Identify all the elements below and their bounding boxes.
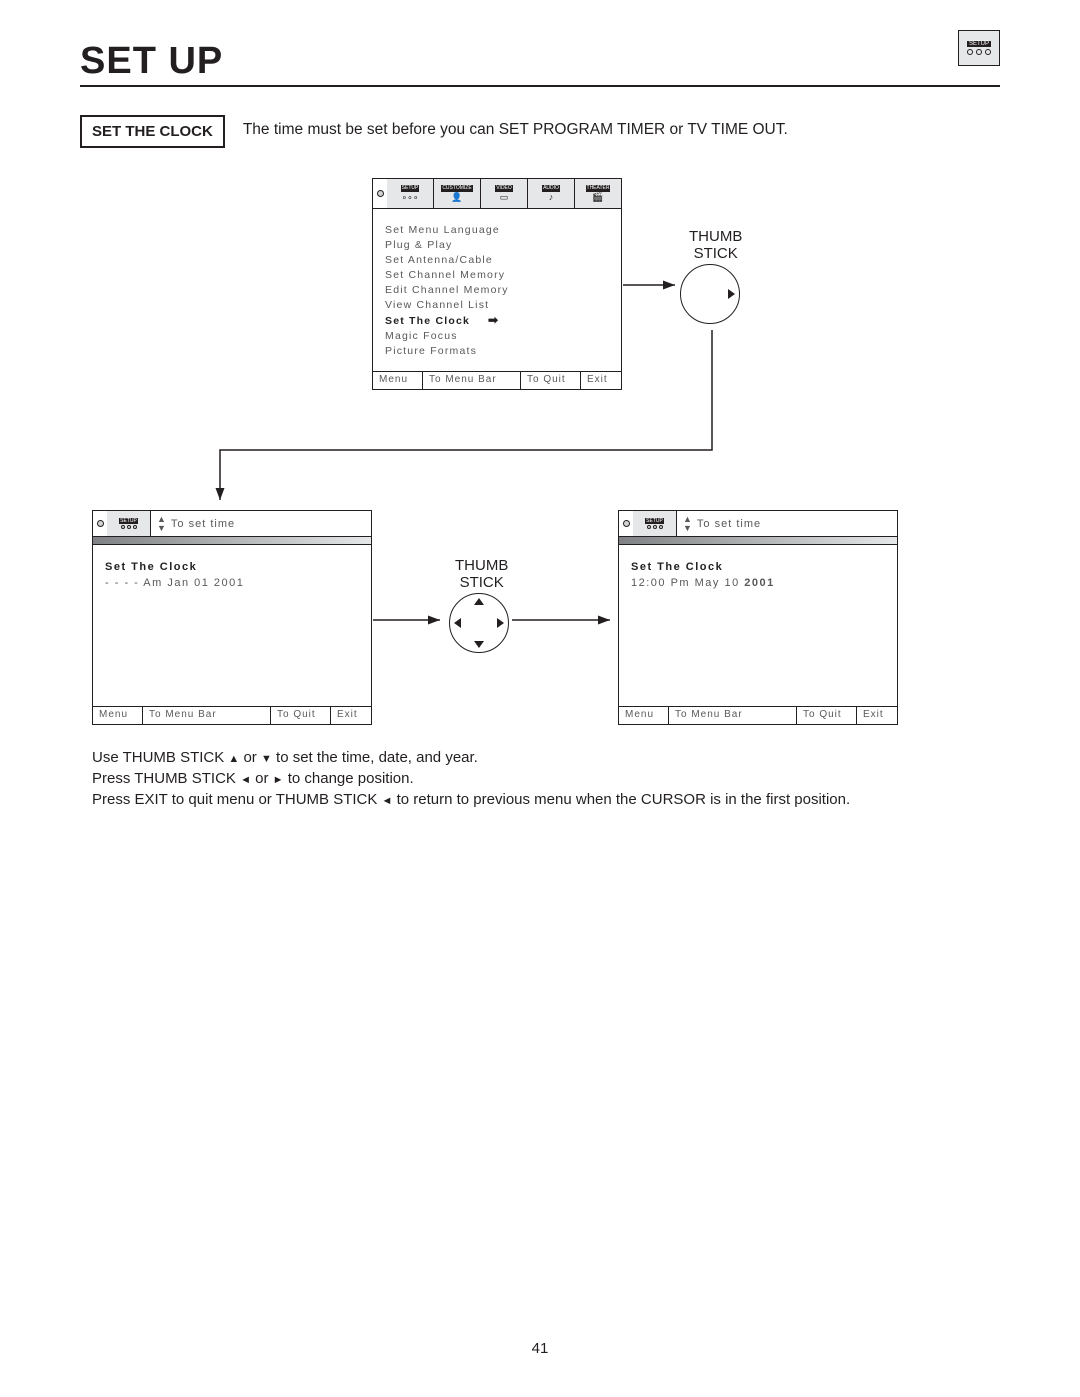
tab-customize: CUSTOMIZE👤 xyxy=(434,179,481,208)
thumb-stick-2 xyxy=(449,593,509,653)
thumb-stick-1 xyxy=(680,264,740,324)
clock-screen-set: SETUP ▲▼To set time Set The Clock 12:00 … xyxy=(618,510,898,725)
left-triangle-icon: ◄ xyxy=(382,795,393,807)
menu-item: View Channel List xyxy=(385,298,609,313)
clock-value-left: - - - - Am Jan 01 2001 xyxy=(105,577,359,589)
instructions: Use THUMB STICK ▲ or ▼ to set the time, … xyxy=(92,748,850,811)
right-triangle-icon: ► xyxy=(273,774,284,786)
tab-audio: AUDIO♪ xyxy=(528,179,575,208)
setup-corner-label: SETUP xyxy=(967,41,991,47)
title-rule xyxy=(80,85,1000,87)
intro-text: The time must be set before you can SET … xyxy=(243,115,788,148)
footer-right: MenuTo Menu BarTo QuitExit xyxy=(619,706,897,724)
clock-value-right: 12:00 Pm May 10 2001 xyxy=(631,577,885,589)
menu-item: Set The Clock➡ xyxy=(385,313,609,329)
menubar: SETUP∘∘∘ CUSTOMIZE👤 VIDEO▭ AUDIO♪ THEATE… xyxy=(373,179,621,209)
thumb-stick-label-1: THUMBSTICK xyxy=(689,228,742,262)
clock-screen-initial: SETUP ▲▼To set time Set The Clock - - - … xyxy=(92,510,372,725)
set-clock-heading: SET THE CLOCK xyxy=(80,115,225,148)
menu-list: Set Menu LanguagePlug & PlaySet Antenna/… xyxy=(373,209,621,367)
tab-video: VIDEO▭ xyxy=(481,179,528,208)
menu-item: Set Antenna/Cable xyxy=(385,253,609,268)
main-menu-screen: SETUP∘∘∘ CUSTOMIZE👤 VIDEO▭ AUDIO♪ THEATE… xyxy=(372,178,622,390)
up-triangle-icon: ▲ xyxy=(228,753,239,765)
menu-item: Set Menu Language xyxy=(385,223,609,238)
small-menubar-left: SETUP ▲▼To set time xyxy=(93,511,371,537)
setup-corner-icon: SETUP xyxy=(958,30,1000,66)
clock-heading-left: Set The Clock xyxy=(105,561,359,573)
left-triangle-icon: ◄ xyxy=(240,774,251,786)
footer-left: MenuTo Menu BarTo QuitExit xyxy=(93,706,371,724)
menu-item: Set Channel Memory xyxy=(385,268,609,283)
page-number: 41 xyxy=(532,1340,549,1357)
menu-item: Magic Focus xyxy=(385,329,609,344)
down-triangle-icon: ▼ xyxy=(261,753,272,765)
thumb-stick-label-2: THUMBSTICK xyxy=(455,557,508,591)
clock-heading-right: Set The Clock xyxy=(631,561,885,573)
page-title: Set Up xyxy=(80,40,1000,83)
menu-item: Picture Formats xyxy=(385,344,609,359)
menu-item: Edit Channel Memory xyxy=(385,283,609,298)
menu-item: Plug & Play xyxy=(385,238,609,253)
tab-setup: SETUP∘∘∘ xyxy=(387,179,434,208)
tab-theater: THEATER🎬 xyxy=(575,179,621,208)
menu-footer: Menu To Menu Bar To Quit Exit xyxy=(373,371,621,389)
small-menubar-right: SETUP ▲▼To set time xyxy=(619,511,897,537)
